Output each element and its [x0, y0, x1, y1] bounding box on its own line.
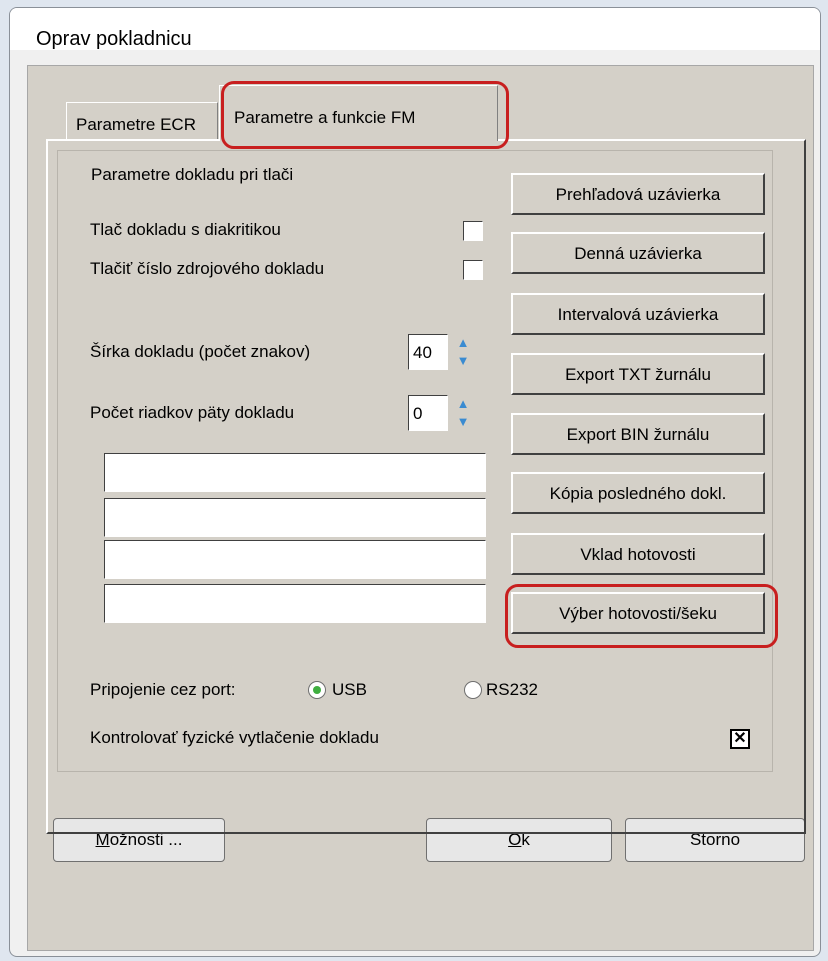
width-spinner[interactable]: 40 ▲ ▼ [408, 334, 475, 370]
chevron-down-icon[interactable]: ▼ [454, 414, 472, 430]
footer-rows-spinner[interactable]: 0 ▲ ▼ [408, 395, 475, 431]
footer-line-3-input[interactable] [104, 540, 486, 579]
rs232-label[interactable]: RS232 [486, 680, 538, 700]
width-spin-arrows[interactable]: ▲ ▼ [451, 334, 475, 370]
tab-label: Parametre a funkcie FM [234, 108, 416, 127]
footer-line-4-input[interactable] [104, 584, 486, 623]
interval-closure-button[interactable]: Intervalová uzávierka [511, 293, 765, 335]
source-number-checkbox[interactable] [463, 260, 483, 280]
tab-parametre-fm[interactable]: Parametre a funkcie FM [219, 85, 498, 141]
tab-label: Parametre ECR [76, 115, 196, 134]
window-title: Oprav pokladnicu [36, 28, 192, 50]
dialog-window: Oprav pokladnicu Parametre ECR Parametre… [9, 7, 821, 957]
footer-rows-input[interactable]: 0 [408, 395, 448, 431]
chevron-down-icon[interactable]: ▼ [454, 353, 472, 369]
group-title: Parametre dokladu pri tlači [88, 165, 297, 185]
radio-selected-dot [313, 686, 321, 694]
export-txt-button[interactable]: Export TXT žurnálu [511, 353, 765, 395]
usb-radio[interactable] [308, 681, 326, 699]
connection-label: Pripojenie cez port: [90, 680, 236, 699]
diacritics-checkbox[interactable] [463, 221, 483, 241]
export-bin-button[interactable]: Export BIN žurnálu [511, 413, 765, 455]
source-number-label: Tlačiť číslo zdrojového dokladu [90, 259, 325, 278]
cash-deposit-button[interactable]: Vklad hotovosti [511, 533, 765, 575]
physical-check-label: Kontrolovať fyzické vytlačenie dokladu [90, 728, 379, 747]
overview-closure-button[interactable]: Prehľadová uzávierka [511, 173, 765, 215]
daily-closure-button[interactable]: Denná uzávierka [511, 232, 765, 274]
width-input[interactable]: 40 [408, 334, 448, 370]
cash-withdrawal-button[interactable]: Výber hotovosti/šeku [511, 592, 765, 634]
x-mark-icon: ✕ [733, 730, 747, 747]
usb-label[interactable]: USB [332, 680, 367, 700]
footer-line-2-input[interactable] [104, 498, 486, 537]
tab-parametre-ecr[interactable]: Parametre ECR [66, 102, 218, 139]
diacritics-label: Tlač dokladu s diakritikou [90, 220, 281, 239]
width-label: Šírka dokladu (počet znakov) [90, 342, 311, 361]
physical-check-checkbox[interactable]: ✕ [730, 729, 750, 749]
copy-last-receipt-button[interactable]: Kópia posledného dokl. [511, 472, 765, 514]
footer-line-1-input[interactable] [104, 453, 486, 492]
chevron-up-icon[interactable]: ▲ [454, 335, 472, 351]
chevron-up-icon[interactable]: ▲ [454, 396, 472, 412]
footer-rows-label: Počet riadkov päty dokladu [90, 403, 295, 422]
title-bar: Oprav pokladnicu [10, 8, 820, 50]
rs232-radio[interactable] [464, 681, 482, 699]
footer-rows-spin-arrows[interactable]: ▲ ▼ [451, 395, 475, 431]
